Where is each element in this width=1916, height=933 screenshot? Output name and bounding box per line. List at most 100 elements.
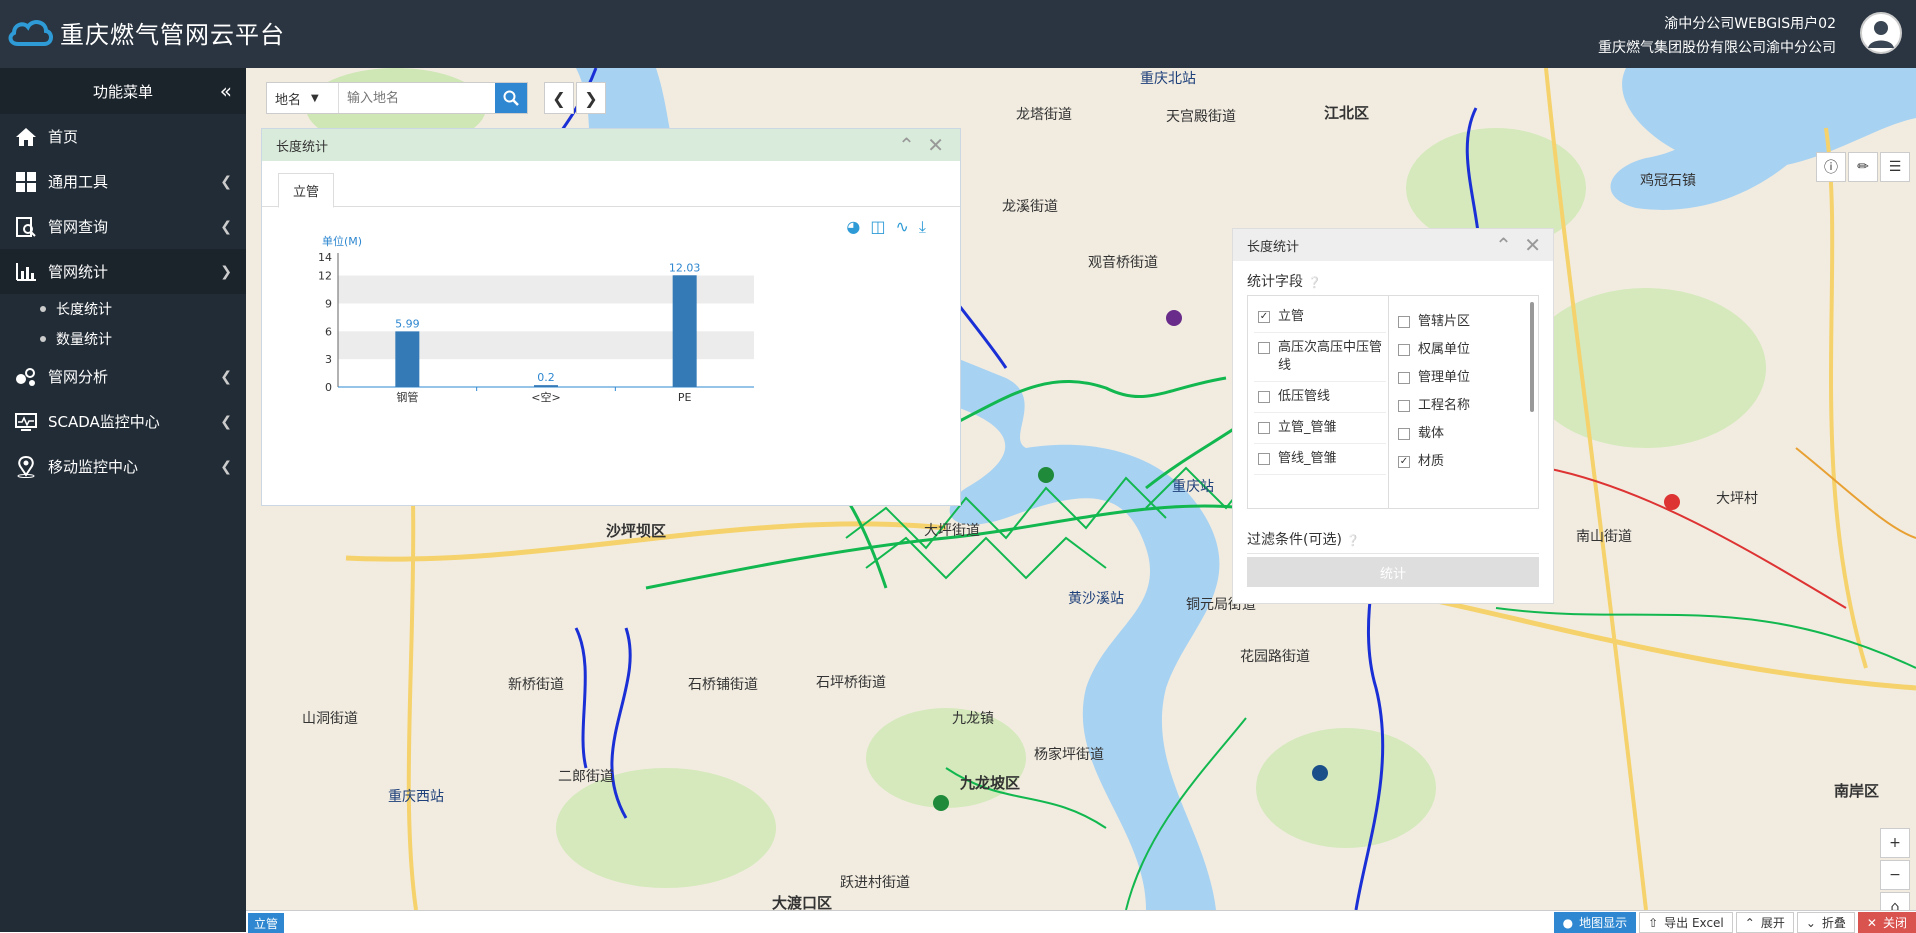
close-icon[interactable]: ✕ xyxy=(1524,233,1541,257)
chart-type-toolbar: ◕ ◫ ∿ ⤓ xyxy=(846,217,926,237)
close-button[interactable]: ✕ 关闭 xyxy=(1857,912,1916,933)
map-label: 山洞街道 xyxy=(302,711,358,727)
download-icon[interactable]: ⤓ xyxy=(919,217,926,237)
scrollbar[interactable] xyxy=(1530,302,1534,412)
help-icon[interactable]: ❔ xyxy=(1307,276,1321,289)
attribute-checkbox[interactable]: 权属单位 xyxy=(1394,336,1526,364)
home-extent-icon[interactable]: ⌂ xyxy=(1880,892,1910,910)
sidebar-item-statistics[interactable]: 管网统计 ❯ xyxy=(0,249,246,294)
bar xyxy=(672,275,697,387)
sidebar-item-mobile[interactable]: 移动监控中心 ❮ xyxy=(0,444,246,489)
zoom-in-icon[interactable]: + xyxy=(1880,828,1910,858)
search-type-label: 地名 xyxy=(275,92,302,108)
search-input[interactable] xyxy=(339,83,495,113)
checkbox[interactable] xyxy=(1398,400,1410,412)
checkbox[interactable] xyxy=(1258,342,1270,354)
checkbox-label: 管理单位 xyxy=(1418,370,1471,385)
avatar[interactable] xyxy=(1860,12,1902,54)
collapse-sidebar-icon[interactable]: « xyxy=(220,79,232,103)
chevron-left-icon: ❮ xyxy=(220,413,232,430)
checkbox-label: 权属单位 xyxy=(1418,342,1471,357)
attribute-checkbox[interactable]: 载体 xyxy=(1394,420,1526,448)
sidebar-subitem-label: 长度统计 xyxy=(56,302,112,318)
prev-button[interactable]: ❮ xyxy=(544,82,574,114)
user-icon xyxy=(1868,21,1894,48)
checkbox[interactable]: ✓ xyxy=(1258,311,1270,323)
sidebar-item-analysis[interactable]: 管网分析 ❮ xyxy=(0,354,246,399)
help-icon[interactable]: ❔ xyxy=(1346,534,1360,547)
map-label: 花园路街道 xyxy=(1240,649,1310,665)
collapse-button[interactable]: ⌄ 折叠 xyxy=(1796,912,1855,933)
layer-checkbox[interactable]: ✓ 立管 xyxy=(1254,302,1386,333)
checkbox[interactable]: ✓ xyxy=(1398,456,1410,468)
sidebar-item-scada[interactable]: SCADA监控中心 ❮ xyxy=(0,399,246,444)
sidebar-title: 功能菜单 xyxy=(92,82,153,101)
layer-checkbox[interactable]: 低压管线 xyxy=(1254,382,1386,413)
checkbox[interactable] xyxy=(1258,422,1270,434)
bar-chart-icon[interactable]: ◫ xyxy=(870,217,885,237)
map-pin-icon: ● xyxy=(1562,915,1574,930)
attribute-checkbox[interactable]: 管辖片区 xyxy=(1394,308,1526,336)
attribute-checkbox[interactable]: 管理单位 xyxy=(1394,364,1526,392)
search-icon xyxy=(503,90,519,106)
map-label: 大坪街道 xyxy=(924,523,980,539)
tab-riser-result[interactable]: 立管 xyxy=(248,913,285,933)
x-tick-label: <空> xyxy=(531,390,560,404)
collapse-icon[interactable]: ⌃ xyxy=(1495,233,1512,257)
checkbox[interactable] xyxy=(1258,391,1270,403)
field-section-title: 统计字段 ❔ xyxy=(1247,261,1539,296)
layer-checkbox[interactable]: 管线_管雏 xyxy=(1254,444,1386,475)
expand-button[interactable]: ⌃ 展开 xyxy=(1735,912,1794,933)
sidebar-item-query[interactable]: 管网查询 ❮ xyxy=(0,204,246,249)
bar-chart: 单位(M) 0 3 6 9 12 14 5.99 钢管 0.2 <空> 12.03 PE xyxy=(318,234,754,404)
sidebar-item-label: 管网分析 xyxy=(48,368,109,386)
search-button[interactable] xyxy=(495,83,527,113)
user-info[interactable]: 渝中分公司WEBGIS用户02 重庆燃气集团股份有限公司渝中分公司 xyxy=(1598,12,1836,60)
checkbox[interactable] xyxy=(1398,428,1410,440)
info-icon[interactable]: ⓘ xyxy=(1816,152,1846,182)
tab-riser[interactable]: 立管 xyxy=(278,173,334,208)
checkbox[interactable] xyxy=(1398,344,1410,356)
bar xyxy=(395,331,420,387)
x-tick-label: PE xyxy=(678,391,692,404)
home-icon xyxy=(14,125,38,149)
close-icon[interactable]: ✕ xyxy=(927,133,944,157)
line-chart-icon[interactable]: ∿ xyxy=(896,217,909,237)
attribute-checkbox[interactable]: ✓ 材质 xyxy=(1394,448,1526,476)
sidebar-item-tools[interactable]: 通用工具 ❮ xyxy=(0,159,246,204)
map-label: 龙溪街道 xyxy=(1002,199,1058,215)
checkbox[interactable] xyxy=(1398,316,1410,328)
map-label: 南岸区 xyxy=(1834,782,1880,800)
measure-icon[interactable]: ✏ xyxy=(1848,152,1878,182)
length-stats-config-panel: 长度统计 ⌃ ✕ 统计字段 ❔ ✓ 立管 高压次高压中压管线 低压管线 立管_管雏… xyxy=(1232,228,1554,604)
layer-checkbox[interactable]: 高压次高压中压管线 xyxy=(1254,333,1386,382)
zoom-out-icon[interactable]: − xyxy=(1880,860,1910,890)
checkbox[interactable] xyxy=(1398,372,1410,384)
sidebar-item-home[interactable]: 首页 xyxy=(0,114,246,159)
map-label: 观音桥街道 xyxy=(1088,255,1158,271)
map-label: 南山街道 xyxy=(1576,529,1632,545)
analysis-icon xyxy=(14,365,38,389)
checkbox[interactable] xyxy=(1258,453,1270,465)
export-excel-button[interactable]: ⇧ 导出 Excel xyxy=(1639,912,1733,933)
close-icon: ✕ xyxy=(1866,915,1877,930)
chevron-up-icon: ⌃ xyxy=(1744,915,1755,930)
layer-checkbox[interactable]: 立管_管雏 xyxy=(1254,413,1386,444)
statistics-button[interactable]: 统计 xyxy=(1247,557,1539,587)
map-label: 大坪村 xyxy=(1716,491,1758,507)
next-button[interactable]: ❯ xyxy=(576,82,606,114)
chevron-left-icon: ❮ xyxy=(220,368,232,385)
map-label: 重庆北站 xyxy=(1140,71,1196,87)
search-type-select[interactable]: 地名 ▼ xyxy=(267,83,339,113)
map-label: 黄沙溪站 xyxy=(1068,591,1124,607)
map-display-button[interactable]: ● 地图显示 xyxy=(1553,912,1637,933)
sidebar-item-label: 通用工具 xyxy=(48,173,109,191)
sidebar-subitem-length-stats[interactable]: 长度统计 xyxy=(0,294,246,324)
collapse-icon[interactable]: ⌃ xyxy=(898,133,915,157)
bottom-bar: 立管 ● 地图显示 ⇧ 导出 Excel ⌃ 展开 ⌄ 折叠 ✕ 关闭 xyxy=(246,910,1916,933)
sidebar-subitem-count-stats[interactable]: 数量统计 xyxy=(0,324,246,354)
attribute-checkbox[interactable]: 工程名称 xyxy=(1394,392,1526,420)
attribute-list: 管辖片区 权属单位 管理单位 工程名称 载体 ✓ 材质 xyxy=(1394,308,1526,476)
layers-icon[interactable]: ☰ xyxy=(1880,152,1910,182)
location-icon xyxy=(14,455,38,479)
